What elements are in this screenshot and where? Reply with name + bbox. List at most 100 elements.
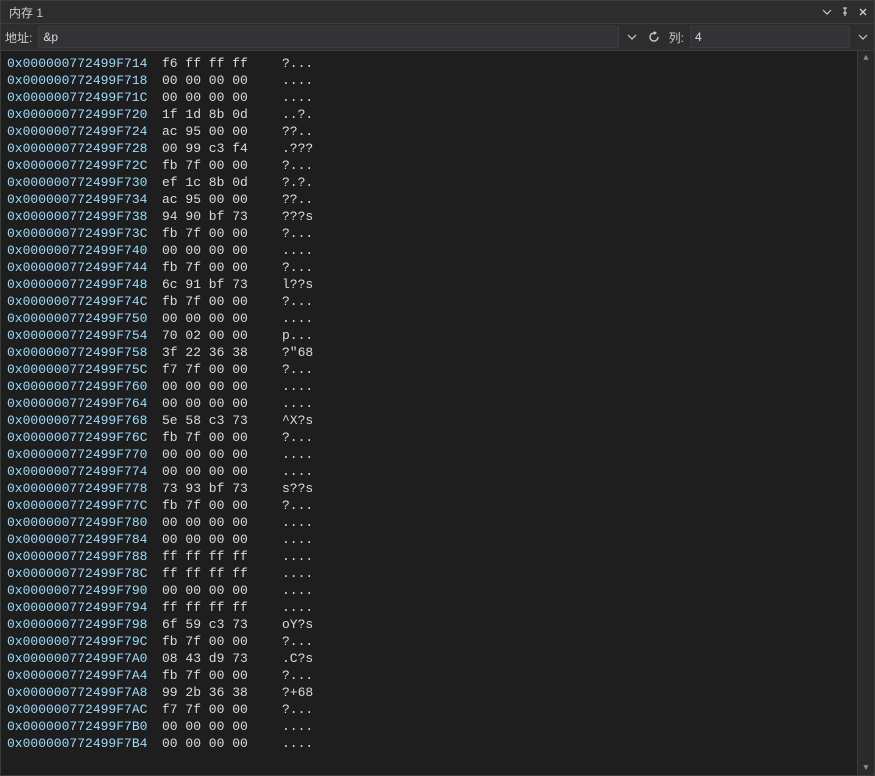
memory-address: 0x000000772499F740 bbox=[7, 242, 162, 259]
memory-row: 0x000000772499F79000 00 00 00.... bbox=[7, 582, 851, 599]
memory-address: 0x000000772499F760 bbox=[7, 378, 162, 395]
scroll-down-icon[interactable]: ▼ bbox=[858, 761, 874, 775]
memory-bytes: ff ff ff ff bbox=[162, 565, 282, 582]
memory-bytes: ef 1c 8b 0d bbox=[162, 174, 282, 191]
memory-bytes: 73 93 bf 73 bbox=[162, 480, 282, 497]
memory-address: 0x000000772499F77C bbox=[7, 497, 162, 514]
memory-bytes: 08 43 d9 73 bbox=[162, 650, 282, 667]
memory-row: 0x000000772499F724ac 95 00 00??.. bbox=[7, 123, 851, 140]
memory-bytes: fb 7f 00 00 bbox=[162, 293, 282, 310]
memory-row: 0x000000772499F71C00 00 00 00.... bbox=[7, 89, 851, 106]
memory-ascii: .... bbox=[282, 582, 313, 599]
memory-ascii: ??.. bbox=[282, 191, 313, 208]
columns-dropdown-icon[interactable] bbox=[856, 30, 870, 44]
memory-row: 0x000000772499F7986f 59 c3 73oY?s bbox=[7, 616, 851, 633]
memory-bytes: fb 7f 00 00 bbox=[162, 497, 282, 514]
memory-row: 0x000000772499F714f6 ff ff ff?... bbox=[7, 55, 851, 72]
memory-ascii: .... bbox=[282, 565, 313, 582]
memory-row: 0x000000772499F7685e 58 c3 73^X?s bbox=[7, 412, 851, 429]
memory-ascii: ?... bbox=[282, 157, 313, 174]
memory-row: 0x000000772499F7201f 1d 8b 0d..?. bbox=[7, 106, 851, 123]
memory-dump[interactable]: 0x000000772499F714f6 ff ff ff?...0x00000… bbox=[1, 51, 857, 775]
memory-bytes: f6 ff ff ff bbox=[162, 55, 282, 72]
memory-row: 0x000000772499F7A4fb 7f 00 00?... bbox=[7, 667, 851, 684]
address-input[interactable] bbox=[38, 26, 618, 48]
memory-ascii: ?... bbox=[282, 429, 313, 446]
memory-ascii: ?... bbox=[282, 55, 313, 72]
memory-ascii: .... bbox=[282, 310, 313, 327]
toolbar: 地址: 列: bbox=[1, 24, 874, 51]
memory-ascii: ?.?. bbox=[282, 174, 313, 191]
vertical-scrollbar[interactable]: ▲ ▼ bbox=[857, 51, 874, 775]
address-dropdown-icon[interactable] bbox=[625, 30, 639, 44]
memory-bytes: 00 00 00 00 bbox=[162, 514, 282, 531]
memory-address: 0x000000772499F720 bbox=[7, 106, 162, 123]
memory-ascii: .... bbox=[282, 395, 313, 412]
memory-bytes: 00 00 00 00 bbox=[162, 463, 282, 480]
memory-row: 0x000000772499F7B400 00 00 00.... bbox=[7, 735, 851, 752]
memory-address: 0x000000772499F7B0 bbox=[7, 718, 162, 735]
memory-row: 0x000000772499F7A008 43 d9 73.C?s bbox=[7, 650, 851, 667]
memory-bytes: 00 00 00 00 bbox=[162, 242, 282, 259]
memory-bytes: 00 00 00 00 bbox=[162, 89, 282, 106]
memory-row: 0x000000772499F7486c 91 bf 73l??s bbox=[7, 276, 851, 293]
memory-ascii: .... bbox=[282, 735, 313, 752]
memory-ascii: ?... bbox=[282, 259, 313, 276]
memory-row: 0x000000772499F78000 00 00 00.... bbox=[7, 514, 851, 531]
memory-ascii: ?... bbox=[282, 225, 313, 242]
scroll-up-icon[interactable]: ▲ bbox=[858, 51, 874, 65]
memory-bytes: 70 02 00 00 bbox=[162, 327, 282, 344]
memory-address: 0x000000772499F76C bbox=[7, 429, 162, 446]
memory-address: 0x000000772499F750 bbox=[7, 310, 162, 327]
memory-ascii: ..?. bbox=[282, 106, 313, 123]
close-icon[interactable] bbox=[856, 5, 870, 19]
memory-row: 0x000000772499F78Cff ff ff ff.... bbox=[7, 565, 851, 582]
memory-row: 0x000000772499F7ACf7 7f 00 00?... bbox=[7, 701, 851, 718]
memory-row: 0x000000772499F7583f 22 36 38?"68 bbox=[7, 344, 851, 361]
memory-address: 0x000000772499F730 bbox=[7, 174, 162, 191]
memory-address: 0x000000772499F790 bbox=[7, 582, 162, 599]
memory-address: 0x000000772499F73C bbox=[7, 225, 162, 242]
memory-row: 0x000000772499F71800 00 00 00.... bbox=[7, 72, 851, 89]
memory-bytes: f7 7f 00 00 bbox=[162, 701, 282, 718]
memory-ascii: .... bbox=[282, 446, 313, 463]
memory-bytes: fb 7f 00 00 bbox=[162, 633, 282, 650]
refresh-icon[interactable] bbox=[645, 28, 663, 46]
memory-row: 0x000000772499F79Cfb 7f 00 00?... bbox=[7, 633, 851, 650]
memory-row: 0x000000772499F77000 00 00 00.... bbox=[7, 446, 851, 463]
memory-bytes: 3f 22 36 38 bbox=[162, 344, 282, 361]
memory-bytes: fb 7f 00 00 bbox=[162, 225, 282, 242]
pin-icon[interactable] bbox=[838, 5, 852, 19]
memory-row: 0x000000772499F78400 00 00 00.... bbox=[7, 531, 851, 548]
memory-ascii: .C?s bbox=[282, 650, 313, 667]
memory-address: 0x000000772499F794 bbox=[7, 599, 162, 616]
memory-address: 0x000000772499F738 bbox=[7, 208, 162, 225]
memory-ascii: ?... bbox=[282, 633, 313, 650]
memory-row: 0x000000772499F77400 00 00 00.... bbox=[7, 463, 851, 480]
memory-address: 0x000000772499F7A8 bbox=[7, 684, 162, 701]
memory-row: 0x000000772499F77Cfb 7f 00 00?... bbox=[7, 497, 851, 514]
memory-row: 0x000000772499F77873 93 bf 73s??s bbox=[7, 480, 851, 497]
dropdown-icon[interactable] bbox=[820, 5, 834, 19]
memory-row: 0x000000772499F7A899 2b 36 38?+68 bbox=[7, 684, 851, 701]
memory-address: 0x000000772499F770 bbox=[7, 446, 162, 463]
columns-input[interactable] bbox=[690, 26, 850, 48]
panel-title: 内存 1 bbox=[9, 4, 43, 21]
columns-label: 列: bbox=[669, 29, 684, 46]
memory-row: 0x000000772499F74Cfb 7f 00 00?... bbox=[7, 293, 851, 310]
memory-ascii: ?... bbox=[282, 701, 313, 718]
memory-address: 0x000000772499F768 bbox=[7, 412, 162, 429]
memory-ascii: ?... bbox=[282, 497, 313, 514]
memory-row: 0x000000772499F7B000 00 00 00.... bbox=[7, 718, 851, 735]
memory-bytes: 00 00 00 00 bbox=[162, 446, 282, 463]
memory-ascii: .... bbox=[282, 514, 313, 531]
titlebar: 内存 1 bbox=[1, 1, 874, 24]
memory-ascii: l??s bbox=[282, 276, 313, 293]
memory-row: 0x000000772499F74000 00 00 00.... bbox=[7, 242, 851, 259]
memory-address: 0x000000772499F780 bbox=[7, 514, 162, 531]
memory-bytes: 00 00 00 00 bbox=[162, 735, 282, 752]
memory-ascii: oY?s bbox=[282, 616, 313, 633]
memory-bytes: 00 00 00 00 bbox=[162, 718, 282, 735]
memory-bytes: 6f 59 c3 73 bbox=[162, 616, 282, 633]
memory-row: 0x000000772499F72800 99 c3 f4.??? bbox=[7, 140, 851, 157]
